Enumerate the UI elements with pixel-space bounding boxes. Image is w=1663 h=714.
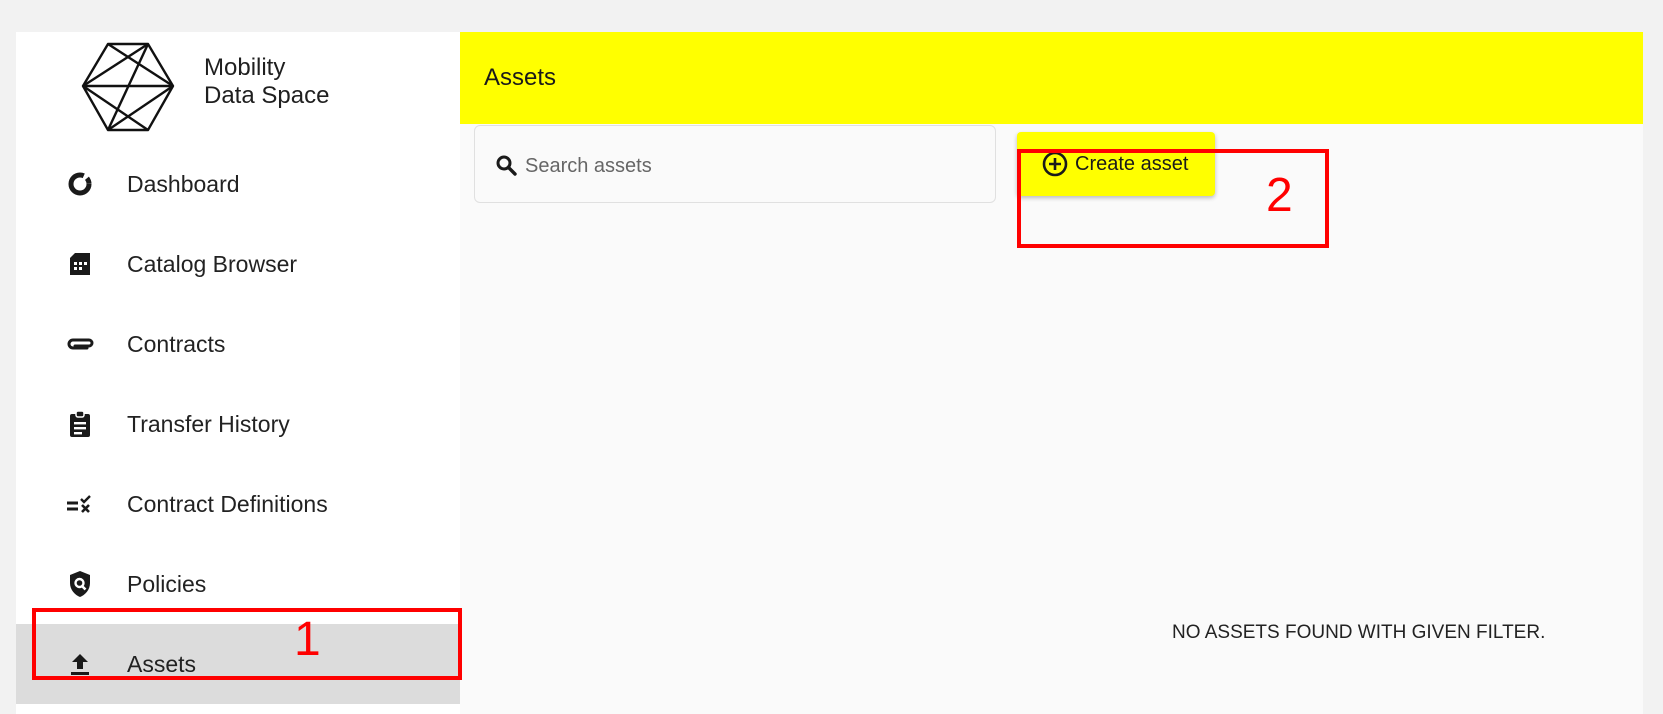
brand-logo[interactable]: Mobility Data Space (78, 42, 378, 152)
sidebar-item-transfer-history[interactable]: Transfer History (16, 384, 460, 464)
sidebar-item-label: Contracts (127, 330, 226, 357)
page-header: Assets (460, 32, 1643, 124)
sidebar-item-contract-definitions[interactable]: Contract Definitions (16, 464, 460, 544)
empty-state-message: NO ASSETS FOUND WITH GIVEN FILTER. (1172, 622, 1546, 643)
search-box[interactable] (474, 125, 996, 203)
page-title: Assets (484, 64, 557, 91)
sidebar-item-contracts[interactable]: Contracts (16, 304, 460, 384)
policy-shield-icon (66, 570, 94, 598)
sidebar-item-label: Contract Definitions (127, 490, 328, 517)
annotation-box-1 (32, 608, 462, 680)
search-input[interactable] (523, 148, 967, 184)
sidebar-item-catalog-browser[interactable]: Catalog Browser (16, 224, 460, 304)
brand-name-line1: Mobility (204, 54, 286, 81)
annotation-number-2: 2 (1266, 169, 1293, 222)
annotation-number-1: 1 (294, 613, 321, 666)
brand-name-line2: Data Space (204, 82, 330, 109)
sidebar-item-label: Policies (127, 570, 207, 597)
search-icon (496, 155, 517, 176)
sidebar-item-label: Catalog Browser (127, 250, 298, 277)
hexagon-logo-icon (81, 42, 175, 132)
sidebar-item-label: Transfer History (127, 410, 290, 437)
rule-icon (66, 490, 94, 518)
sidebar-item-label: Dashboard (127, 170, 240, 197)
sidebar-item-dashboard[interactable]: Dashboard (16, 144, 460, 224)
paperclip-icon (66, 330, 94, 358)
catalog-icon (66, 250, 94, 278)
donut-chart-icon (66, 170, 94, 198)
clipboard-icon (66, 410, 94, 438)
